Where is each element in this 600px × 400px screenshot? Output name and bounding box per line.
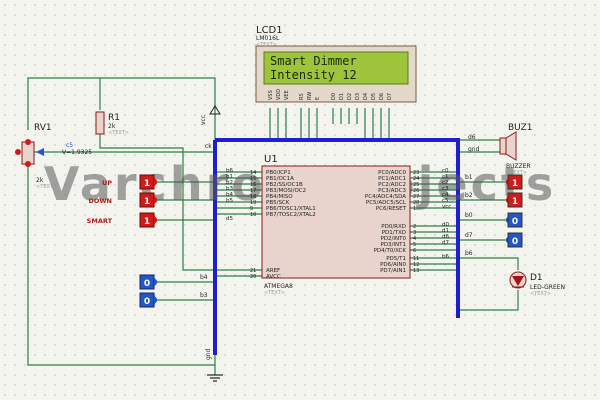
schematic-canvas: Varchron Projects Smart Dimmer Intensity…	[15, 25, 565, 382]
lcd-pin-label: D1	[339, 93, 345, 100]
lcd-model: LM016L	[256, 35, 280, 42]
buzzer-icon	[499, 131, 517, 161]
mcu-pin-name: PB7/TOSC2/XTAL2	[266, 212, 316, 218]
rv1-voltage-readout: V=1.9325	[62, 149, 92, 156]
net-d6: d6	[468, 134, 476, 141]
rv1-text-tag: <TEXT>	[36, 184, 57, 190]
mcu-pin-number: 6	[413, 248, 416, 254]
mcu-pin-name: PC6/RESET	[376, 206, 407, 212]
buzzer-text-tag: <TEXT>	[506, 170, 527, 176]
rv1-marker: c5	[66, 142, 73, 149]
potentiometer-rv1[interactable]	[21, 141, 35, 165]
lcd-line-1: Smart Dimmer	[270, 54, 357, 68]
net-gnd-buzzer: gnd	[468, 146, 480, 153]
mcu-pin-name: PD4/T0/XCK	[374, 248, 407, 254]
buzzer-model: BUZZER	[506, 163, 531, 170]
net-label: b5	[226, 198, 233, 204]
probe-state: 0	[144, 297, 150, 307]
rv1-value: 2k	[36, 177, 44, 184]
net-b1: b1	[465, 174, 473, 181]
left-logic-probes: 00	[139, 274, 158, 308]
lcd-pin-label: E	[315, 97, 321, 100]
net-b3: b3	[200, 292, 208, 299]
lcd-pin-label: D7	[387, 93, 393, 100]
lcd-pin-label: VEE	[284, 90, 290, 100]
net-b2: b2	[465, 192, 473, 199]
logic-probe: 0	[139, 292, 158, 308]
lcd-pin-label: D3	[355, 93, 361, 100]
ground-icon	[207, 374, 223, 382]
buzzer-ref: BUZ1	[508, 123, 533, 133]
mcu-pin-name: PD7/AIN1	[380, 268, 406, 274]
mcu-pin-number: 20	[250, 274, 256, 280]
lcd-pin-label: D6	[379, 93, 385, 100]
net-ck: ck	[205, 143, 212, 150]
net-vcc: vcc	[200, 115, 207, 125]
mcu-pin-number: 1	[413, 206, 416, 212]
lcd-pin-label: RW	[307, 92, 313, 100]
pot-terminal-top-icon	[25, 139, 31, 145]
mcu-ref: U1	[264, 154, 278, 165]
r1-text-tag: <TEXT>	[108, 130, 129, 136]
net-label: vcc	[442, 204, 451, 210]
button-state: 1	[144, 197, 150, 207]
lcd-pin-label: RS	[299, 93, 305, 100]
lcd-line-2: Intensity 12	[270, 68, 357, 82]
mcu-pin-number: 10	[250, 212, 256, 218]
logic-probe: 0	[139, 274, 158, 290]
button-label-smart: SMART	[87, 217, 113, 225]
lcd-pin-label: D0	[331, 93, 337, 100]
probe-state: 0	[144, 279, 150, 289]
logic-probe: 0	[505, 212, 523, 228]
lcd-display: Smart Dimmer Intensity 12 VSS VDD VEE RS RW E…	[255, 45, 417, 103]
rv1-ref: RV1	[34, 123, 52, 133]
probe-state: 0	[512, 237, 518, 247]
resistor-r1	[95, 111, 105, 135]
r1-ref: R1	[108, 113, 120, 123]
probe-state: 1	[512, 179, 518, 189]
lcd-text-tag: <TEXT>	[256, 42, 277, 48]
led-icon	[509, 271, 527, 289]
mcu-model: ATMEGA8	[264, 283, 293, 290]
button-smart[interactable]: 1	[139, 212, 158, 228]
net-b0: b0	[465, 212, 473, 219]
button-label-down: DOWN	[88, 197, 112, 205]
led-model: LED-GREEN	[530, 284, 565, 291]
mcu-pin-number: 13	[413, 268, 419, 274]
mcu-text-tag: <TEXT>	[264, 290, 285, 296]
pot-terminal-bottom-icon	[25, 161, 31, 167]
net-label: d7	[442, 240, 449, 246]
logic-probe: 0	[505, 232, 523, 248]
right-logic-probes: 1 1 0 0	[505, 174, 523, 248]
probe-state: 0	[512, 217, 518, 227]
net-b6: b6	[465, 250, 473, 257]
lcd-pin-label: D5	[371, 93, 377, 100]
r1-value: 2k	[108, 123, 116, 130]
button-state: 1	[144, 179, 150, 189]
net-b4: b4	[200, 274, 208, 281]
pot-terminal-wiper-icon	[15, 149, 21, 155]
net-label: d5	[226, 216, 233, 222]
logic-probe: 1	[505, 174, 523, 190]
lcd-pin-label: VSS	[268, 90, 274, 100]
net-label: b6	[442, 254, 449, 260]
mcu-pin-name: AVCC	[266, 274, 281, 280]
lcd-pin-label: VDD	[276, 89, 282, 100]
net-d7: d7	[465, 232, 473, 239]
lcd-pin-label: D2	[347, 93, 353, 100]
pot-wiper-arrow-icon	[36, 148, 44, 156]
led-text-tag: <TEXT>	[530, 291, 551, 297]
probe-state: 1	[512, 197, 518, 207]
logic-probe: 1	[505, 192, 523, 208]
led-ref: D1	[530, 273, 543, 283]
lcd-pin-label: D4	[363, 93, 369, 100]
button-state: 1	[144, 217, 150, 227]
button-label-up: UP	[102, 179, 112, 187]
net-gnd: gnd	[205, 348, 212, 360]
